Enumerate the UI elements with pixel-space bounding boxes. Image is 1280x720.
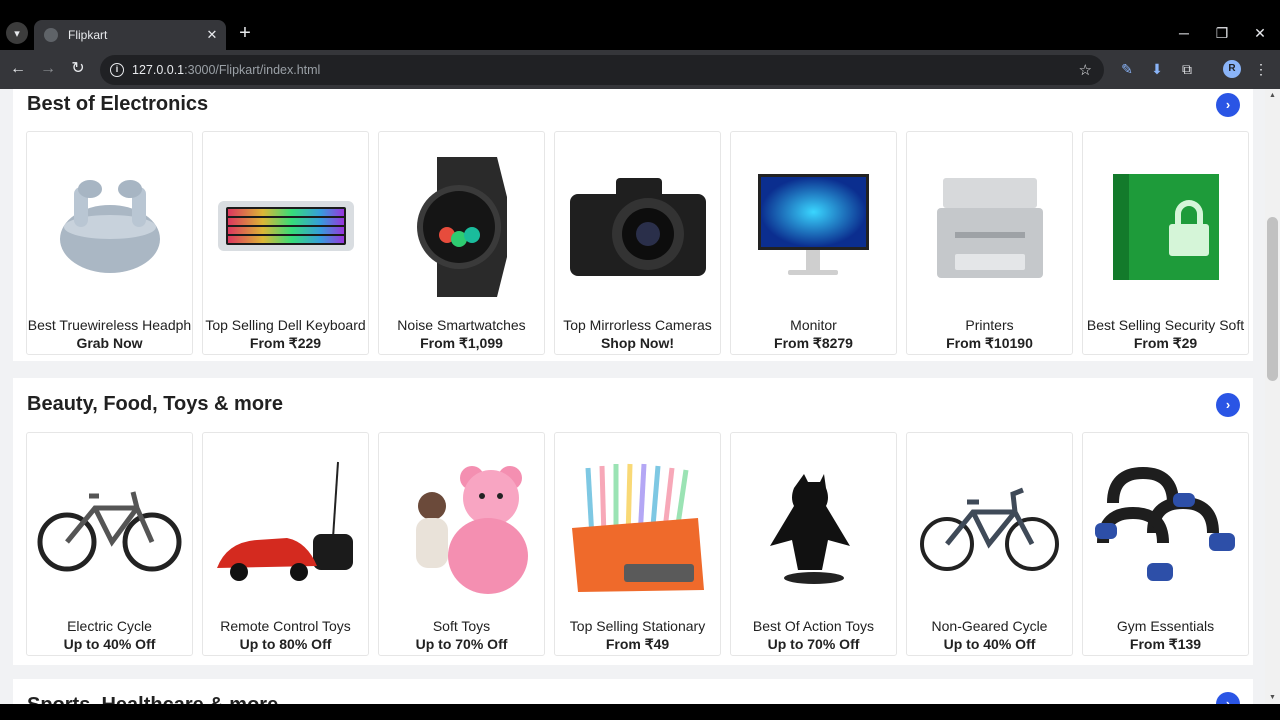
product-card[interactable]: Soft Toys Up to 70% Off xyxy=(378,432,545,656)
minimize-button[interactable]: ─ xyxy=(1166,22,1202,44)
product-name: Electric Cycle xyxy=(67,618,152,634)
product-name: Best Of Action Toys xyxy=(752,618,875,634)
tab-search-button[interactable]: ▾ xyxy=(6,22,28,44)
download-extension-icon[interactable]: ⬇ xyxy=(1147,59,1167,79)
product-offer: Shop Now! xyxy=(600,335,675,351)
rc-car-image xyxy=(213,445,358,610)
browser-tab[interactable]: Flipkart ✕ xyxy=(34,20,226,50)
product-name: Best Truewireless Headph xyxy=(27,317,192,333)
product-name: Gym Essentials xyxy=(1116,618,1215,634)
new-tab-button[interactable]: + xyxy=(234,22,256,44)
screen-bottom-edge xyxy=(0,704,1280,720)
teddy-bear-image xyxy=(389,445,534,610)
product-offer: Up to 70% Off xyxy=(415,636,508,652)
section-title: Best of Electronics xyxy=(27,93,209,115)
chevron-right-icon[interactable]: › xyxy=(1216,692,1240,704)
site-info-icon[interactable]: i xyxy=(110,63,124,77)
product-card[interactable]: Monitor From ₹8279 xyxy=(730,131,897,355)
reload-button[interactable]: ↻ xyxy=(67,58,89,80)
security-software-image xyxy=(1093,144,1238,309)
product-card[interactable]: Top Selling Stationary From ₹49 xyxy=(554,432,721,656)
product-card[interactable]: Best Truewireless Headph Grab Now xyxy=(26,131,193,355)
product-card[interactable]: Non-Geared Cycle Up to 40% Off xyxy=(906,432,1073,656)
product-card[interactable]: Electric Cycle Up to 40% Off xyxy=(26,432,193,656)
globe-icon xyxy=(44,28,58,42)
forward-button[interactable]: → xyxy=(37,58,59,80)
url-path: :3000/Flipkart/index.html xyxy=(184,63,321,77)
product-offer: Up to 40% Off xyxy=(63,636,156,652)
smartwatch-image xyxy=(389,144,534,309)
scroll-down-arrow-icon[interactable]: ▼ xyxy=(1269,694,1276,701)
product-offer: From ₹49 xyxy=(605,636,670,652)
scrollbar-thumb[interactable] xyxy=(1267,217,1278,381)
section-sports-healthcare: Sports, Healthcare & more › xyxy=(13,679,1253,704)
product-card[interactable]: Top Mirrorless Cameras Shop Now! xyxy=(554,131,721,355)
extensions-puzzle-icon[interactable]: ⧉ xyxy=(1177,59,1197,79)
profile-avatar[interactable]: R xyxy=(1223,60,1241,78)
product-offer: From ₹10190 xyxy=(946,335,1033,351)
section-beauty-food-toys: Beauty, Food, Toys & more › Electric Cyc… xyxy=(13,378,1253,665)
pens-image xyxy=(565,445,710,610)
product-name: Top Mirrorless Cameras xyxy=(563,317,712,333)
product-name: Noise Smartwatches xyxy=(397,317,526,333)
product-offer: Grab Now xyxy=(76,335,143,351)
browser-chrome: ▾ Flipkart ✕ + ─ ❐ ✕ ← → ↻ i 127.0.0.1 :… xyxy=(0,0,1280,89)
camera-image xyxy=(565,144,710,309)
product-name: Top Selling Dell Keyboard xyxy=(205,317,366,333)
product-offer: From ₹8279 xyxy=(774,335,853,351)
earbuds-image xyxy=(37,144,182,309)
page-scrollbar[interactable]: ▲ ▼ xyxy=(1265,89,1280,704)
product-card[interactable]: Remote Control Toys Up to 80% Off xyxy=(202,432,369,656)
cycle-image xyxy=(917,445,1062,610)
url-host: 127.0.0.1 xyxy=(132,63,185,77)
product-offer: From ₹139 xyxy=(1129,636,1202,652)
product-name: Best Selling Security Soft xyxy=(1086,317,1245,333)
product-offer: From ₹29 xyxy=(1133,335,1198,351)
page-viewport: Best of Electronics › Best Truewireless … xyxy=(0,89,1265,704)
product-name: Top Selling Stationary xyxy=(569,618,706,634)
product-card[interactable]: Printers From ₹10190 xyxy=(906,131,1073,355)
bookmark-star-icon[interactable]: ☆ xyxy=(1079,61,1092,79)
close-window-button[interactable]: ✕ xyxy=(1242,22,1278,44)
batman-figure-image xyxy=(741,445,886,610)
eyedropper-extension-icon[interactable]: ✎ xyxy=(1117,59,1137,79)
pushup-bars-image xyxy=(1093,445,1238,610)
keyboard-image xyxy=(213,144,358,309)
printer-image xyxy=(917,144,1062,309)
scroll-up-arrow-icon[interactable]: ▲ xyxy=(1269,92,1276,99)
product-name: Soft Toys xyxy=(432,618,491,634)
product-card[interactable]: Best Selling Security Soft From ₹29 xyxy=(1082,131,1249,355)
browser-menu-icon[interactable]: ⋮ xyxy=(1251,59,1271,79)
product-offer: From ₹1,099 xyxy=(420,335,503,351)
back-button[interactable]: ← xyxy=(7,58,29,80)
product-name: Monitor xyxy=(790,317,837,333)
restore-button[interactable]: ❐ xyxy=(1204,22,1240,44)
section-best-of-electronics: Best of Electronics › Best Truewireless … xyxy=(13,89,1253,361)
product-offer: From ₹229 xyxy=(249,335,322,351)
product-card[interactable]: Best Of Action Toys Up to 70% Off xyxy=(730,432,897,656)
product-offer: Up to 80% Off xyxy=(239,636,332,652)
chevron-right-icon[interactable]: › xyxy=(1216,93,1240,117)
product-name: Remote Control Toys xyxy=(220,618,351,634)
close-tab-icon[interactable]: ✕ xyxy=(202,27,222,43)
chevron-right-icon[interactable]: › xyxy=(1216,393,1240,417)
section-title: Sports, Healthcare & more xyxy=(27,694,278,704)
product-name: Non-Geared Cycle xyxy=(931,618,1048,634)
address-bar[interactable]: i 127.0.0.1 :3000/Flipkart/index.html ☆ xyxy=(100,55,1104,85)
tab-strip: ▾ Flipkart ✕ + ─ ❐ ✕ xyxy=(0,0,1280,50)
product-card[interactable]: Top Selling Dell Keyboard From ₹229 xyxy=(202,131,369,355)
electric-cycle-image xyxy=(37,445,182,610)
tab-title: Flipkart xyxy=(68,28,108,42)
section-title: Beauty, Food, Toys & more xyxy=(27,393,283,415)
product-name: Printers xyxy=(965,317,1014,333)
browser-toolbar: ← → ↻ i 127.0.0.1 :3000/Flipkart/index.h… xyxy=(0,50,1280,89)
product-card[interactable]: Gym Essentials From ₹139 xyxy=(1082,432,1249,656)
product-offer: Up to 40% Off xyxy=(943,636,1036,652)
product-card[interactable]: Noise Smartwatches From ₹1,099 xyxy=(378,131,545,355)
product-offer: Up to 70% Off xyxy=(767,636,860,652)
monitor-image xyxy=(741,144,886,309)
